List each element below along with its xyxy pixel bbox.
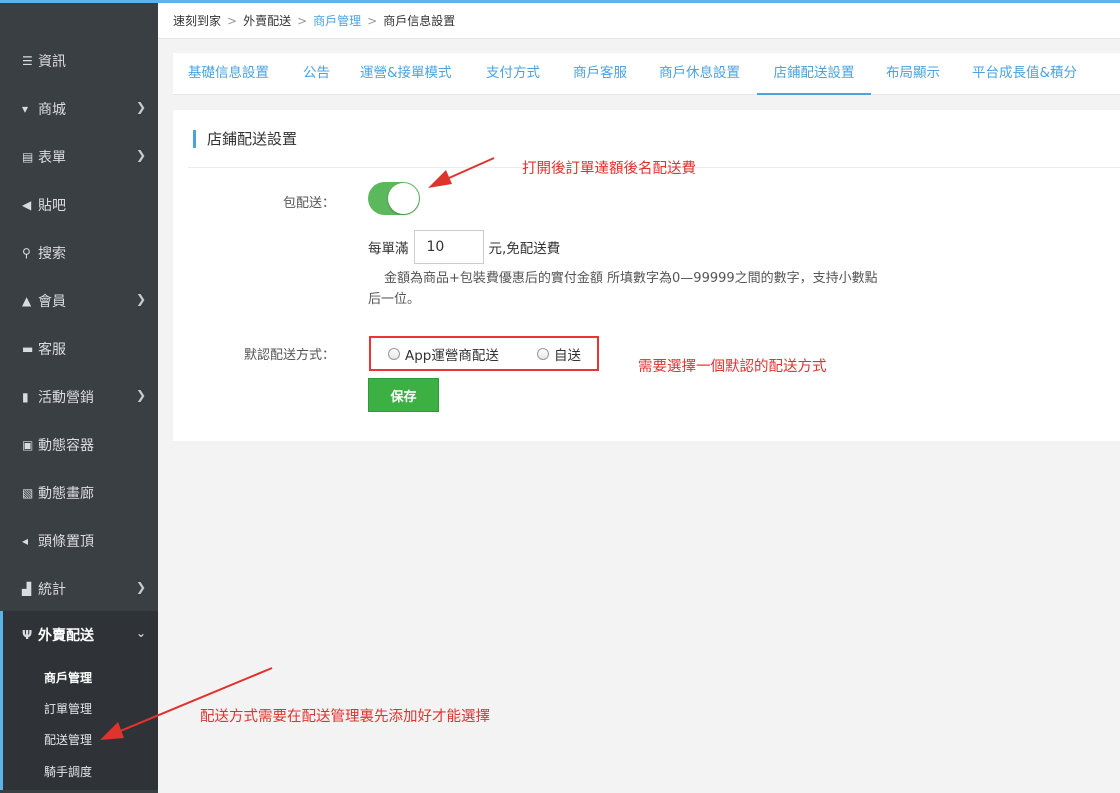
sidebar-item-search[interactable]: ⚲ 搜索 — [0, 229, 158, 277]
list-icon: ☰ — [22, 54, 33, 68]
annotation-toggle-note: 打開後訂單達額後名配送費 — [522, 161, 696, 177]
annotation-delivery-note: 配送方式需要在配送管理裏先添加好才能選擇 — [200, 709, 490, 725]
volume-icon: ◂ — [22, 534, 29, 548]
chat-icon: ▬ — [22, 342, 34, 356]
breadcrumb-item[interactable]: 商戶管理 — [313, 12, 361, 29]
panel-title: 店鋪配送設置 — [193, 130, 297, 148]
form-icon: ▤ — [22, 150, 34, 164]
toggle-knob — [388, 183, 419, 214]
sidebar-item-support[interactable]: ▬ 客服 — [0, 325, 158, 373]
submenu-rider-dispatch[interactable]: 騎手調度 — [44, 763, 92, 780]
free-delivery-label: 包配送： — [282, 196, 335, 211]
submenu-order-management[interactable]: 訂單管理 — [44, 700, 92, 717]
threshold-input[interactable] — [413, 230, 484, 264]
chevron-right-icon: ❯ — [135, 148, 146, 162]
chevron-right-icon: > — [367, 13, 378, 28]
threshold-help-text: 金額為商品+包裝費優惠后的實付金額 所填數字為0—99999之間的數字，支持小數… — [368, 271, 878, 307]
sidebar-item-takeout-delivery[interactable]: Ψ 外賣配送 ⌄ — [0, 611, 158, 659]
search-icon: ⚲ — [22, 246, 31, 260]
chevron-right-icon: ❯ — [135, 100, 146, 114]
sidebar-item-members[interactable]: ▲ 會員 ❯ — [0, 277, 158, 325]
sidebar-item-mall[interactable]: ▾ 商城 ❯ — [0, 85, 158, 133]
bell-icon: ▲ — [22, 294, 32, 308]
free-delivery-toggle[interactable] — [368, 182, 420, 215]
breadcrumb-current: 商戶信息設置 — [383, 14, 456, 28]
submenu-delivery-management[interactable]: 配送管理 — [44, 731, 92, 748]
sidebar-item-forum[interactable]: ◀ 貼吧 — [0, 181, 158, 229]
chevron-down-icon: ⌄ — [135, 626, 146, 640]
sidebar-item-dynamic-container[interactable]: ▣ 動態容器 — [0, 421, 158, 469]
sidebar-item-stats[interactable]: ▟ 統計 ❯ — [0, 565, 158, 613]
chevron-right-icon: > — [227, 13, 238, 28]
chevron-right-icon: ❯ — [135, 292, 146, 306]
radio-circle-icon — [388, 348, 400, 360]
cart-icon: ▾ — [22, 102, 29, 116]
tab-rest-settings[interactable]: 商戶休息設置 — [659, 53, 740, 95]
tab-payment[interactable]: 支付方式 — [486, 53, 540, 95]
chevron-right-icon: ❯ — [135, 388, 146, 402]
threshold-prefix: 每單滿 — [368, 241, 409, 257]
sidebar-item-forms[interactable]: ▤ 表單 ❯ — [0, 133, 158, 181]
sidebar-item-marketing[interactable]: ▮ 活動營銷 ❯ — [0, 373, 158, 421]
breadcrumb: 速刻到家 > 外賣配送 > 商戶管理 > 商戶信息設置 — [158, 3, 1120, 39]
cutlery-icon: Ψ — [22, 628, 33, 642]
save-button[interactable]: 保存 — [368, 378, 439, 412]
tab-merchant-support[interactable]: 商戶客服 — [573, 53, 627, 95]
bookmark-icon: ▮ — [22, 390, 29, 404]
chevron-right-icon: > — [297, 13, 308, 28]
image-icon: ▧ — [22, 486, 34, 500]
default-method-highlight: App運營商配送 自送 — [369, 336, 599, 371]
tab-growth-points[interactable]: 平台成長值&積分 — [972, 53, 1077, 95]
inbox-icon: ▣ — [22, 438, 34, 452]
radio-circle-icon — [537, 348, 549, 360]
bar-chart-icon: ▟ — [22, 582, 32, 596]
settings-tabs: 基礎信息設置 公告 運營&接單模式 支付方式 商戶客服 商戶休息設置 店鋪配送設… — [173, 53, 1120, 95]
radio-self-delivery[interactable]: 自送 — [537, 344, 581, 364]
annotation-radio-note: 需要選擇一個默認的配送方式 — [638, 359, 827, 375]
tab-layout[interactable]: 布局顯示 — [886, 53, 940, 95]
submenu-merchant-management[interactable]: 商戶管理 — [44, 669, 92, 686]
sidebar-item-gallery[interactable]: ▧ 動態畫廊 — [0, 469, 158, 517]
breadcrumb-item[interactable]: 外賣配送 — [243, 12, 291, 29]
radio-label: 自送 — [554, 348, 581, 364]
threshold-suffix: 元,免配送費 — [488, 241, 561, 257]
radio-label: App運營商配送 — [405, 348, 499, 364]
sidebar-item-headline[interactable]: ◂ 頭條置頂 — [0, 517, 158, 565]
threshold-row: 每單滿 元,免配送費 — [368, 230, 560, 264]
tab-basic-info[interactable]: 基礎信息設置 — [188, 53, 269, 95]
megaphone-icon: ◀ — [22, 198, 32, 212]
radio-app-operator-delivery[interactable]: App運營商配送 — [388, 344, 499, 364]
default-method-label: 默認配送方式： — [243, 348, 335, 363]
chevron-right-icon: ❯ — [135, 580, 146, 594]
tab-operation-mode[interactable]: 運營&接單模式 — [360, 53, 452, 95]
sidebar-item-news[interactable]: ☰ 資訊 — [0, 37, 158, 85]
tab-announcement[interactable]: 公告 — [303, 53, 330, 95]
tab-delivery-settings[interactable]: 店鋪配送設置 — [757, 53, 871, 95]
breadcrumb-item[interactable]: 速刻到家 — [173, 12, 221, 29]
